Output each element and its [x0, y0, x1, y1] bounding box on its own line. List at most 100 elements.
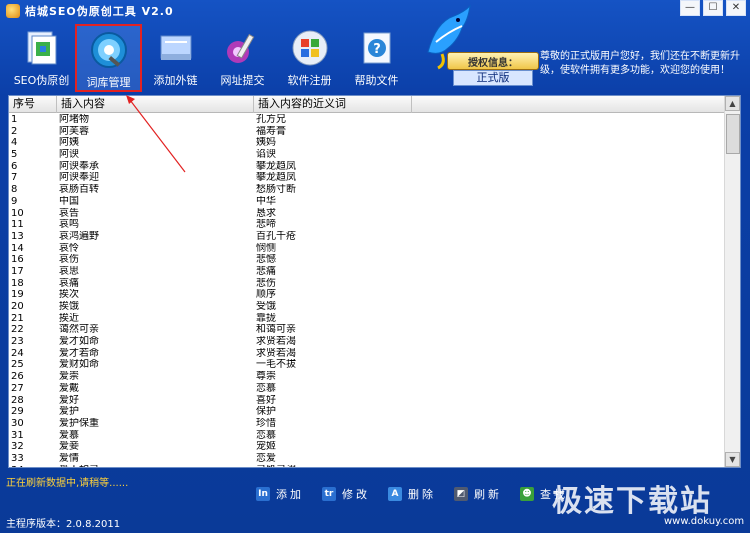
- row-synonym: 保护: [256, 406, 276, 418]
- row-filler: [412, 278, 725, 290]
- minimize-button[interactable]: —: [680, 0, 700, 16]
- row-content: 爱财如命: [59, 359, 99, 371]
- table-row[interactable]: 31 爱慕 恋慕: [9, 430, 725, 442]
- user-notice: 尊敬的正式版用户您好，我们还在不断更新升级，使软件拥有更多功能，欢迎您的使用！: [540, 51, 740, 76]
- row-filler: [412, 418, 725, 430]
- row-filler: [412, 149, 725, 161]
- scroll-up-icon[interactable]: ▲: [725, 96, 740, 111]
- table-row[interactable]: 24 爱才若命 求贤若渴: [9, 348, 725, 360]
- row-content: 挨饿: [59, 301, 79, 312]
- row-filler: [412, 196, 725, 208]
- watermark-url: www.dokuy.com: [664, 516, 745, 527]
- row-content: 哀告: [59, 207, 79, 219]
- row-content: 爱慕: [59, 429, 79, 441]
- table-row[interactable]: 26 爱崇 尊崇: [9, 371, 725, 383]
- table-row[interactable]: 27 爱戴 恋慕: [9, 383, 725, 395]
- row-synonym: 恋慕: [256, 382, 276, 394]
- table-row[interactable]: 22 蔼然可亲 和蔼可亲: [9, 324, 725, 336]
- column-header-index[interactable]: 序号: [9, 96, 57, 113]
- toolbar-library-manage[interactable]: 词库管理: [75, 24, 142, 92]
- table-row[interactable]: 10 哀告 恳求: [9, 208, 725, 220]
- toolbar-add-link[interactable]: 添加外链: [142, 24, 209, 92]
- row-synonym: 求贤若渴: [256, 347, 296, 359]
- table-row[interactable]: 18 哀痛 悲伤: [9, 278, 725, 290]
- edit-button[interactable]: tr 修改: [322, 486, 370, 502]
- table-row[interactable]: 8 哀肠百转 愁肠寸断: [9, 184, 725, 196]
- row-content: 爱崇: [59, 371, 79, 383]
- synonym-table: 序号 插入内容 插入内容的近义词 1 阿堵物 孔方兄 2 阿芙蓉 福寿膏 4 阿姨 姨妈 5 阿谀 谄…: [8, 95, 741, 468]
- table-row[interactable]: 33 爱情 恋爱: [9, 453, 725, 465]
- row-synonym: 悲啼: [256, 219, 276, 231]
- row-synonym: 己饥己溺: [254, 465, 412, 467]
- row-synonym: 福寿膏: [256, 125, 286, 137]
- row-index: 22: [11, 324, 24, 336]
- row-index: 28: [11, 394, 24, 406]
- table-row[interactable]: 21 挨近 靠拢: [9, 313, 725, 325]
- table-row[interactable]: 34爱人如己己饥己溺: [9, 465, 725, 467]
- table-row[interactable]: 1 阿堵物 孔方兄: [9, 114, 725, 126]
- row-index: 16: [11, 254, 24, 266]
- toolbar-help[interactable]: ? 帮助文件: [343, 24, 410, 92]
- table-row[interactable]: 32 爱妾 宠姬: [9, 441, 725, 453]
- delete-button[interactable]: A 删除: [388, 486, 436, 502]
- row-index: 25: [11, 359, 24, 371]
- table-row[interactable]: 16 哀伤 悲憾: [9, 254, 725, 266]
- table-row[interactable]: 17 哀思 悲痛: [9, 266, 725, 278]
- scroll-down-icon[interactable]: ▼: [725, 452, 740, 467]
- row-filler: [412, 371, 725, 383]
- row-filler: [412, 406, 725, 418]
- toolbar-seo-rewrite[interactable]: SEO伪原创: [8, 24, 75, 92]
- table-row[interactable]: 5 阿谀 谄谀: [9, 149, 725, 161]
- table-row[interactable]: 28 爱好 喜好: [9, 395, 725, 407]
- table-row[interactable]: 14 哀怜 悯恻: [9, 243, 725, 255]
- column-header-synonym[interactable]: 插入内容的近义词: [254, 96, 412, 113]
- table-row[interactable]: 6 阿谀奉承 攀龙趋凤: [9, 161, 725, 173]
- row-index: 30: [11, 417, 24, 429]
- refresh-button[interactable]: ◩ 刷新: [454, 486, 502, 502]
- table-row[interactable]: 13 哀鸿遍野 百孔千疮: [9, 231, 725, 243]
- row-index: 8: [11, 184, 18, 196]
- table-header: 序号 插入内容 插入内容的近义词: [9, 96, 725, 113]
- document-stack-icon: [27, 31, 56, 65]
- status-text: 正在刷新数据中,请稍等......: [6, 478, 129, 489]
- toolbar-register[interactable]: 软件注册: [276, 24, 343, 92]
- row-content: 阿谀奉迎: [59, 172, 99, 184]
- row-index: 29: [11, 406, 24, 418]
- toolbar-url-submit[interactable]: 网址提交: [209, 24, 276, 92]
- row-content: 蔼然可亲: [59, 324, 99, 336]
- row-index: 4: [11, 137, 18, 149]
- row-index: 27: [11, 382, 24, 394]
- row-index: 17: [11, 265, 24, 277]
- table-row[interactable]: 11 哀鸣 悲啼: [9, 219, 725, 231]
- table-row[interactable]: 9 中国 中华: [9, 196, 725, 208]
- table-row[interactable]: 7 阿谀奉迎 攀龙趋凤: [9, 172, 725, 184]
- row-synonym: 姨妈: [256, 137, 276, 149]
- table-row[interactable]: 4 阿姨 姨妈: [9, 137, 725, 149]
- scroll-thumb[interactable]: [726, 114, 740, 154]
- row-index: 32: [11, 441, 24, 453]
- add-button[interactable]: In 添加: [256, 486, 304, 502]
- table-row[interactable]: 20 挨饿 受饿: [9, 301, 725, 313]
- vertical-scrollbar[interactable]: ▲ ▼: [724, 96, 740, 467]
- row-filler: [412, 336, 725, 348]
- row-index: 10: [11, 207, 24, 219]
- table-row[interactable]: 19 挨次 顺序: [9, 289, 725, 301]
- table-row[interactable]: 30 爱护保重 珍惜: [9, 418, 725, 430]
- row-filler: [412, 208, 725, 220]
- row-synonym: 喜好: [256, 394, 276, 406]
- table-row[interactable]: 25 爱财如命 一毛不拔: [9, 359, 725, 371]
- row-filler: [412, 395, 725, 407]
- table-row[interactable]: 2 阿芙蓉 福寿膏: [9, 126, 725, 138]
- column-header-content[interactable]: 插入内容: [57, 96, 254, 113]
- row-synonym: 求贤若渴: [256, 336, 296, 348]
- row-content: 哀肠百转: [59, 184, 99, 196]
- windows-register-icon: [292, 30, 327, 66]
- table-row[interactable]: 23 爱才如命 求贤若渴: [9, 336, 725, 348]
- table-row[interactable]: 29 爱护 保护: [9, 406, 725, 418]
- close-button[interactable]: ✕: [726, 0, 746, 16]
- action-label: 添加: [276, 488, 304, 501]
- row-filler: [412, 348, 725, 360]
- maximize-button[interactable]: ☐: [703, 0, 723, 16]
- license-info: 授权信息： 正式版: [447, 52, 539, 86]
- row-filler: [412, 289, 725, 301]
